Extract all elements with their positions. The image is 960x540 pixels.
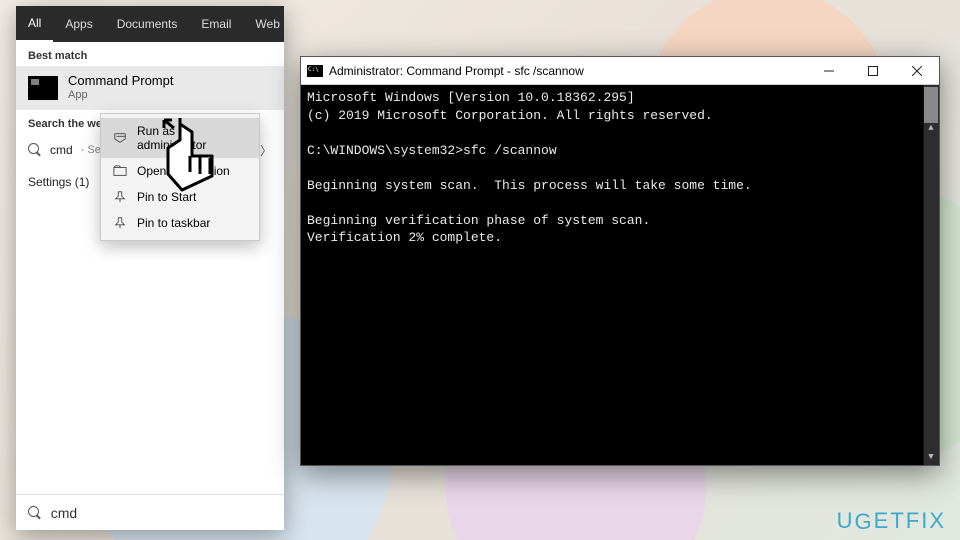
folder-icon [113,164,127,178]
search-icon [28,143,42,157]
window-controls [807,57,939,84]
context-menu: Run as administrator Open file location … [100,113,260,241]
command-prompt-window: Administrator: Command Prompt - sfc /sca… [300,56,940,466]
context-item-label: Open file location [137,164,230,178]
console-line: C:\WINDOWS\system32>sfc /scannow [307,143,557,158]
minimize-button[interactable] [807,57,851,84]
search-box [16,494,284,530]
console-line: Verification 2% complete. [307,230,502,245]
context-item-label: Pin to taskbar [137,216,210,230]
context-run-as-admin[interactable]: Run as administrator [101,118,259,158]
context-pin-to-start[interactable]: Pin to Start [101,184,259,210]
watermark: UGETFIX [837,508,946,534]
console-line: (c) 2019 Microsoft Corporation. All righ… [307,108,713,123]
window-title: Administrator: Command Prompt - sfc /sca… [329,64,807,78]
console-line: Beginning system scan. This process will… [307,178,752,193]
close-button[interactable] [895,57,939,84]
command-prompt-icon [307,65,323,77]
pin-icon [113,216,127,230]
context-item-label: Run as administrator [137,124,247,152]
search-icon [28,506,41,520]
admin-shield-icon [113,131,127,145]
tab-apps[interactable]: Apps [53,6,104,42]
console-line: Microsoft Windows [Version 10.0.18362.29… [307,90,635,105]
tab-email[interactable]: Email [189,6,243,42]
title-bar[interactable]: Administrator: Command Prompt - sfc /sca… [301,57,939,85]
scrollbar-thumb[interactable] [924,87,938,123]
best-match-subtitle: App [68,89,173,102]
scroll-down-icon[interactable]: ▼ [923,449,939,465]
best-match-title: Command Prompt [68,74,173,89]
settings-label: Settings (1) [28,175,89,189]
scrollbar[interactable]: ▲ ▼ [923,85,939,465]
web-query: cmd [50,143,73,157]
search-input[interactable] [51,505,272,521]
context-pin-to-taskbar[interactable]: Pin to taskbar [101,210,259,236]
best-match-result[interactable]: Command Prompt App [16,66,284,110]
command-prompt-icon [28,76,58,100]
pin-icon [113,190,127,204]
search-tabs: All Apps Documents Email Web More [16,6,284,42]
console-output[interactable]: Microsoft Windows [Version 10.0.18362.29… [301,85,939,465]
chevron-right-icon: 〉 [260,142,272,159]
maximize-button[interactable] [851,57,895,84]
context-item-label: Pin to Start [137,190,196,204]
tab-all[interactable]: All [16,6,53,42]
console-line: Beginning verification phase of system s… [307,213,650,228]
tab-documents[interactable]: Documents [105,6,190,42]
tab-web[interactable]: Web [243,6,284,42]
context-open-file-location[interactable]: Open file location [101,158,259,184]
best-match-label: Best match [16,42,284,66]
windows-search-panel: All Apps Documents Email Web More Best m… [16,6,284,530]
